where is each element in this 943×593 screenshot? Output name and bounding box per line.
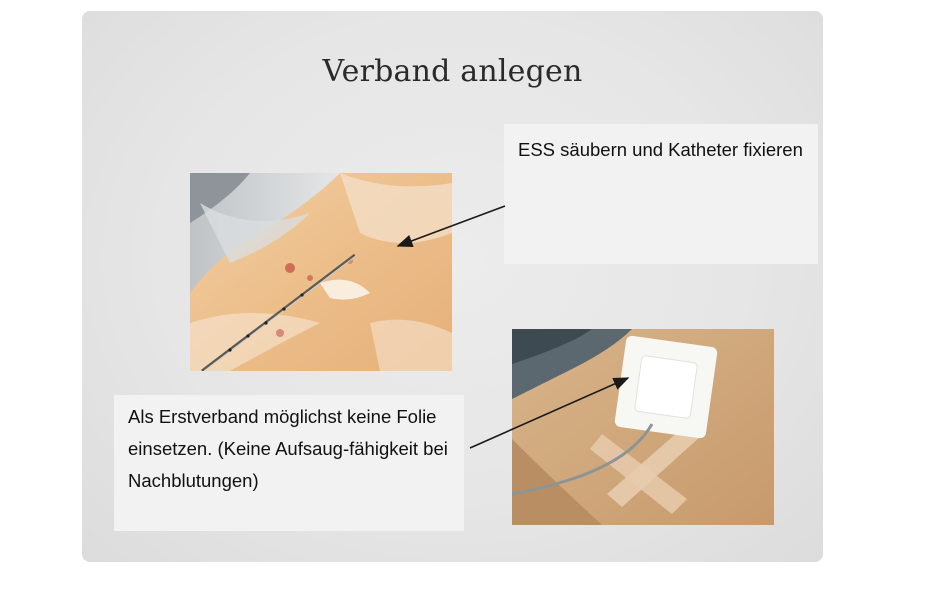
slide-panel: Verband anlegen ESS säubern und Katheter… [82,11,823,562]
callout-clean-and-fix: ESS säubern und Katheter fixieren [504,124,818,264]
callout-text: ESS säubern und Katheter fixieren [518,139,803,160]
slide-title: Verband anlegen [322,54,583,89]
dressing-photo [512,329,774,525]
catheter-insertion-photo [190,173,452,371]
callout-first-dressing: Als Erstverband möglichst keine Folie ei… [114,395,464,531]
callout-text: Als Erstverband möglichst keine Folie ei… [128,406,448,491]
